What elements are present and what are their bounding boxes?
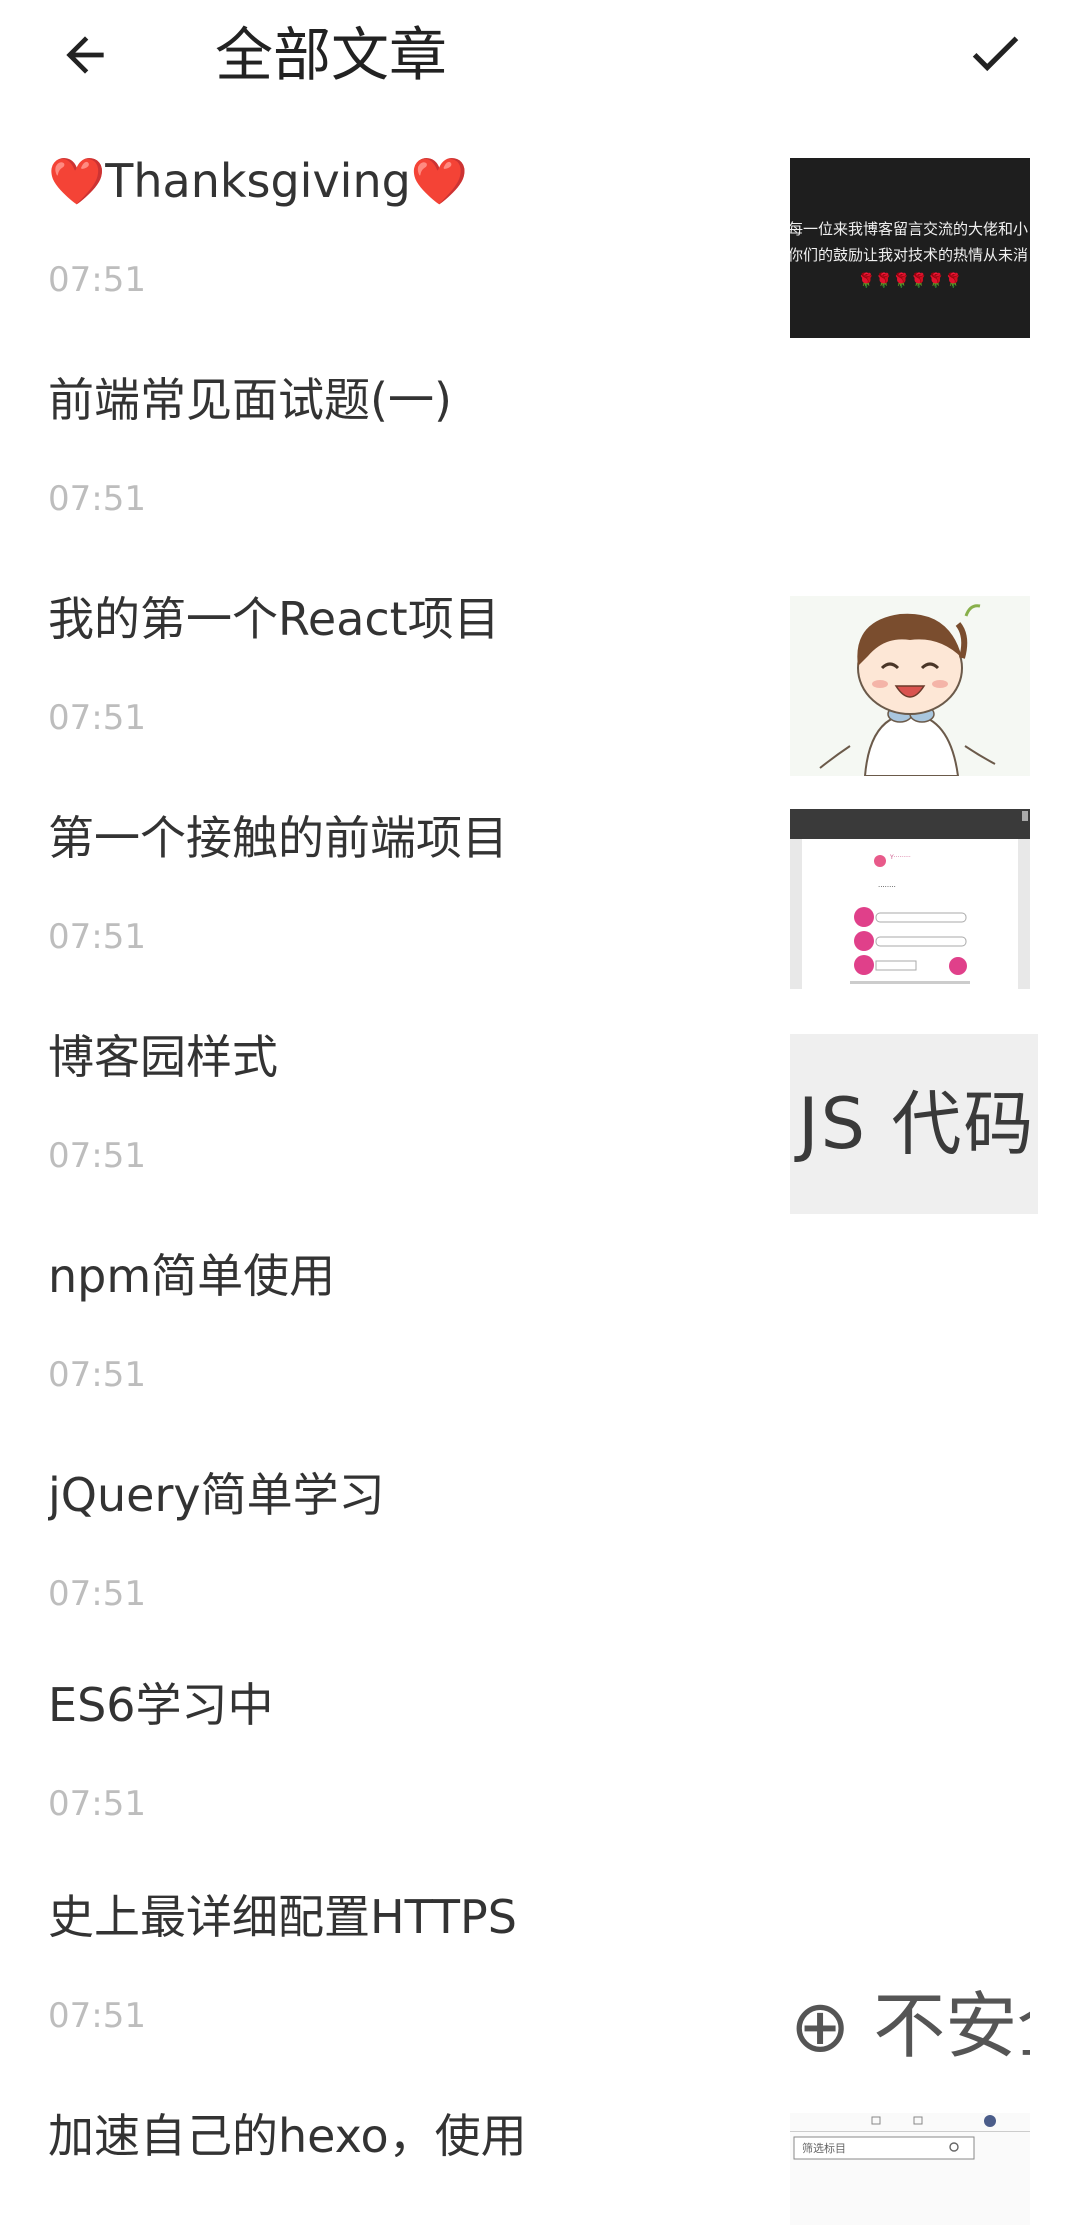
article-time: 07:51 [48,1996,146,2036]
confirm-button[interactable] [945,8,1045,98]
article-time: 07:51 [48,1136,146,1176]
arrow-left-icon [66,36,104,74]
article-time: 07:51 [48,1784,146,1824]
article-item[interactable]: 博客园样式 07:51 JS 代码 [0,986,1080,1214]
article-title: ES6学习中 [48,1678,274,1732]
article-title: npm简单使用 [48,1249,336,1303]
article-title: 史上最详细配置HTTPS [48,1890,517,1944]
article-title: jQuery简单学习 [48,1468,385,1522]
article-title: 第一个接触的前端项目 [48,811,508,865]
article-thumbnail: JS 代码 [790,1034,1038,1214]
article-list: ❤️Thanksgiving❤️ 07:51 每一位来我博客留言交流的大佬和小 … [0,110,1080,2225]
search-placeholder-text: 筛选标目 [802,2141,846,2155]
article-title: 前端常见面试题(一) [48,373,452,427]
article-time: 07:51 [48,698,146,738]
rose-icons: 🌹🌹🌹🌹🌹🌹 [857,273,963,289]
cartoon-boy-icon [790,596,1030,776]
back-button[interactable] [40,10,130,100]
search-ui-screenshot-icon: 筛选标目 [790,2113,1030,2225]
thumbnail-text: 你们的鼓励让我对技术的热情从未消 [790,246,1029,264]
thumbnail-text: 每一位来我博客留言交流的大佬和小 [790,220,1029,238]
article-time: 07:51 [48,260,146,300]
article-time: 07:51 [48,917,146,957]
article-item[interactable]: 史上最详细配置HTTPS 07:51 ⊕ 不安全 [0,1846,1080,2074]
article-thumbnail: 筛选标目 [790,2113,1030,2225]
article-item[interactable]: 第一个接触的前端项目 07:51 Y········· ········ [0,767,1080,989]
check-icon [972,36,1019,72]
svg-text:········: ········ [878,883,896,891]
article-title: 加速自己的hexo，使用 [48,2109,527,2163]
article-time: 07:51 [48,1574,146,1614]
article-title: 我的第一个React项目 [48,592,500,646]
page-title: 全部文章 [215,21,448,89]
article-thumbnail [790,596,1030,776]
top-app-bar: 全部文章 [0,0,1080,110]
article-title: 博客园样式 [48,1030,278,1084]
article-title: ❤️Thanksgiving❤️ [48,154,469,208]
article-time: 07:51 [48,1355,146,1395]
article-thumbnail: ⊕ 不安全 [790,1894,1030,2074]
article-item[interactable]: 前端常见面试题(一) 07:51 [0,329,1080,548]
login-form-screenshot-icon: Y········· ········ [790,809,1030,989]
article-item[interactable]: jQuery简单学习 07:51 [0,1424,1080,1634]
article-thumbnail: 每一位来我博客留言交流的大佬和小 你们的鼓励让我对技术的热情从未消 🌹🌹🌹🌹🌹🌹 [790,158,1030,338]
article-item[interactable]: 加速自己的hexo，使用 筛选标目 [0,2065,1080,2225]
article-item[interactable]: ES6学习中 07:51 [0,1634,1080,1846]
article-time: 07:51 [48,479,146,519]
svg-text:Y·········: Y········· [889,854,911,861]
article-item[interactable]: ❤️Thanksgiving❤️ 07:51 每一位来我博客留言交流的大佬和小 … [0,110,1080,338]
article-thumbnail: Y········· ········ [790,809,1030,989]
article-item[interactable]: npm简单使用 07:51 [0,1205,1080,1424]
app-root: 全部文章 ❤️Thanksgiving❤️ 07:51 每一位来我博客留言交流的… [0,0,1080,2225]
article-item[interactable]: 我的第一个React项目 07:51 [0,548,1080,776]
